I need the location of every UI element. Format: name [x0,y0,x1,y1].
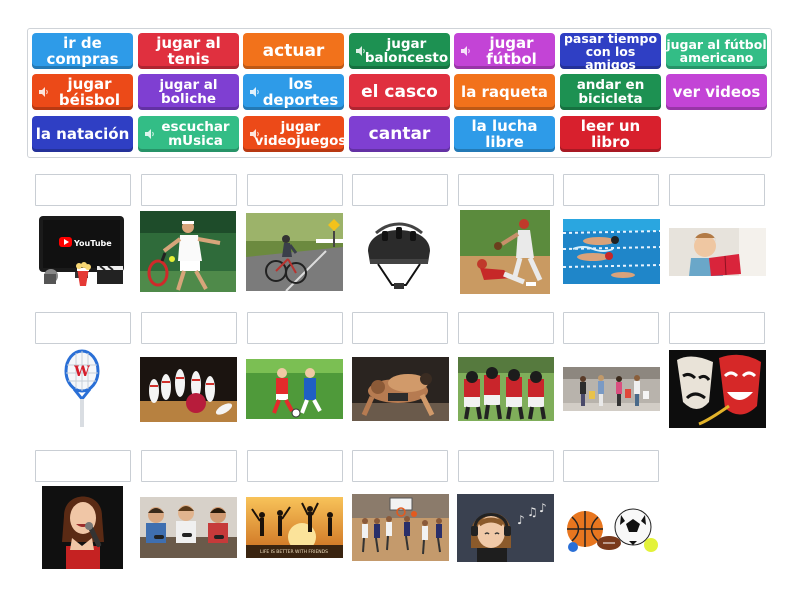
speaker-icon[interactable] [250,129,260,139]
answer-slot[interactable] [458,174,554,206]
soccer-kids-image [246,359,343,419]
answer-slot[interactable] [35,174,131,206]
word-tile-label: el casco [361,82,438,102]
word-tile-label: la lucha libre [471,117,538,151]
word-tile[interactable]: la raqueta [454,74,555,110]
word-tile[interactable]: los deportes [243,74,344,110]
word-tile[interactable]: jugar fútbol [454,33,555,69]
svg-text:W: W [73,364,90,380]
friends-silhouette-image: LIFE IS BETTER WITH FRIENDS [246,497,343,558]
word-tile-label: la raqueta [461,83,548,101]
svg-text:♪: ♪ [517,513,525,527]
answer-slot[interactable] [669,312,765,344]
word-tile[interactable]: la lucha libre [454,116,555,152]
tennis-player-image [140,211,236,292]
answer-slot[interactable] [563,450,659,482]
answer-slot[interactable] [141,174,237,206]
word-tile[interactable]: jugar al fútbol americano [666,33,767,69]
answer-slot[interactable] [458,312,554,344]
word-tile[interactable]: escuchar mUsica [138,116,239,152]
word-tile-label: ir de compras [46,34,119,68]
word-tile-label: leer un libro [580,117,641,151]
word-tile[interactable]: actuar [243,33,344,69]
answer-slot[interactable] [352,450,448,482]
word-tile[interactable]: jugar al boliche [138,74,239,110]
word-tile[interactable]: la natación [32,116,133,152]
word-tile-label: actuar [262,41,325,61]
word-tile-label: pasar tiempo con los amigos [563,30,658,72]
answer-slot[interactable] [35,312,131,344]
word-tile[interactable]: ver videos [666,74,767,110]
word-tile-label: andar en bicicleta [576,77,645,107]
word-tile[interactable]: el casco [349,74,450,110]
word-tile[interactable]: pasar tiempo con los amigos [560,30,661,72]
youtube-video-image: YouTube [35,210,128,290]
word-tile[interactable]: leer un libro [560,116,661,152]
racquet-image: W [62,349,102,429]
word-tile-label: la natación [35,125,130,143]
word-tile[interactable]: jugar al tenis [138,33,239,69]
reading-book-image [669,228,766,276]
word-tile-label: jugar videojuegos [254,119,347,149]
bowling-pins-image [140,357,237,422]
american-football-image [458,357,554,421]
word-tile[interactable]: jugar baloncesto [349,33,450,69]
word-tile-label: jugar fútbol [486,34,537,68]
speaker-icon[interactable] [145,129,155,139]
theater-masks-image [669,350,766,428]
word-tile-label: jugar al boliche [159,77,218,107]
svg-text:♫: ♫ [527,505,538,519]
answer-slot[interactable] [352,174,448,206]
cyclist-image [246,213,343,291]
speaker-icon[interactable] [250,87,260,97]
answer-slot[interactable] [352,312,448,344]
word-tile-label: escuchar mUsica [161,119,230,149]
listening-music-image: ♪♫ ♪ [457,494,554,562]
shopping-friends-image [563,367,660,411]
helmet-image [362,207,436,293]
word-tile-label: jugar béisbol [58,75,121,109]
answer-slot[interactable] [563,312,659,344]
speaker-icon[interactable] [356,46,366,56]
sports-balls-image [563,501,660,553]
youtube-logo-text: YouTube [73,239,112,248]
word-tile-label: jugar baloncesto [364,36,449,66]
speaker-icon[interactable] [39,87,49,97]
answer-slot[interactable] [141,312,237,344]
speaker-icon[interactable] [461,46,471,56]
video-gamers-image [140,497,237,558]
answer-slot[interactable] [458,450,554,482]
basketball-game-image [352,494,449,561]
swimming-image [563,219,660,284]
answer-slot[interactable] [141,450,237,482]
sign-text: LIFE IS BETTER WITH FRIENDS [260,549,328,555]
answer-slot[interactable] [35,450,131,482]
word-tile-label: jugar al tenis [156,34,221,68]
word-tile[interactable]: jugar béisbol [32,74,133,110]
word-tile-label: ver videos [672,83,761,101]
word-tile[interactable]: andar en bicicleta [560,74,661,110]
answer-slot[interactable] [247,312,343,344]
word-tile-label: cantar [368,124,431,144]
answer-slot[interactable] [563,174,659,206]
baseball-slide-image [460,210,550,294]
word-tile[interactable]: ir de compras [32,33,133,69]
singer-image [42,486,123,569]
answer-slot[interactable] [247,450,343,482]
answer-slot[interactable] [247,174,343,206]
word-tile-label: jugar al fútbol americano [666,37,767,65]
word-tile[interactable]: jugar videojuegos [243,116,347,152]
word-tile-label: los deportes [262,75,339,109]
wrestling-image [352,357,449,421]
answer-slot[interactable] [669,174,765,206]
word-tile[interactable]: cantar [349,116,450,152]
svg-text:♪: ♪ [539,501,547,515]
